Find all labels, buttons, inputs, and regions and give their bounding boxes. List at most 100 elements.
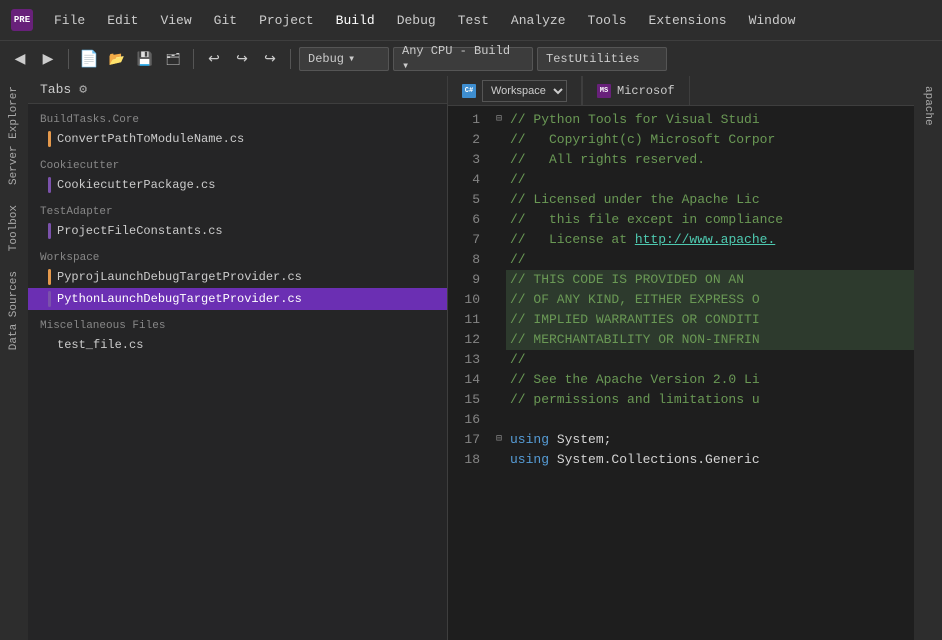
- menu-bar: PRE File Edit View Git Project Build Deb…: [0, 0, 942, 40]
- menu-edit[interactable]: Edit: [97, 9, 148, 32]
- list-item[interactable]: ConvertPathToModuleName.cs: [28, 128, 447, 150]
- save-button[interactable]: 💾: [133, 47, 157, 71]
- menu-project[interactable]: Project: [249, 9, 324, 32]
- startup-dropdown[interactable]: TestUtilities: [537, 47, 667, 71]
- file-label: PythonLaunchDebugTargetProvider.cs: [57, 292, 435, 306]
- section-testadapter: TestAdapter ProjectFileConstants.cs: [28, 202, 447, 242]
- file-label: CookiecutterPackage.cs: [57, 178, 435, 192]
- fold-btn: [492, 170, 506, 190]
- menu-view[interactable]: View: [150, 9, 201, 32]
- new-file-button[interactable]: 📄: [77, 47, 101, 71]
- apache-tab[interactable]: apache: [917, 76, 939, 136]
- fold-btn: [492, 270, 506, 290]
- redo2-button[interactable]: ↪: [258, 47, 282, 71]
- list-item-active[interactable]: PythonLaunchDebugTargetProvider.cs: [28, 288, 447, 310]
- section-header-workspace: Workspace: [28, 248, 447, 266]
- platform-dropdown[interactable]: Any CPU - Build ▾: [393, 47, 533, 71]
- fold-btn: [492, 150, 506, 170]
- fold-btn[interactable]: ⊟: [492, 110, 506, 130]
- main-layout: Server Explorer Toolbox Data Sources Tab…: [0, 76, 942, 640]
- line-num: 7: [456, 230, 480, 250]
- code-line: // permissions and limitations u: [506, 390, 914, 410]
- save-all-button[interactable]: 🗂: [161, 47, 185, 71]
- menu-window[interactable]: Window: [739, 9, 806, 32]
- section-header-cookiecutter: Cookiecutter: [28, 156, 447, 174]
- code-content[interactable]: // Python Tools for Visual Studi // Copy…: [506, 106, 914, 640]
- code-line: using System.Collections.Generic: [506, 450, 914, 470]
- line-num: 1: [456, 110, 480, 130]
- menu-debug[interactable]: Debug: [387, 9, 446, 32]
- line-num: 14: [456, 370, 480, 390]
- line-num: 10: [456, 290, 480, 310]
- section-buildtasks: BuildTasks.Core ConvertPathToModuleName.…: [28, 110, 447, 150]
- file-label: ConvertPathToModuleName.cs: [57, 132, 435, 146]
- section-header-testadapter: TestAdapter: [28, 202, 447, 220]
- fold-btn: [492, 290, 506, 310]
- section-misc: Miscellaneous Files test_file.cs: [28, 316, 447, 356]
- fold-btn: [492, 310, 506, 330]
- back-button[interactable]: ◀: [8, 47, 32, 71]
- code-line: [506, 410, 914, 430]
- fold-btn: [492, 130, 506, 150]
- fold-gutter: ⊟ ⊟: [492, 106, 506, 640]
- line-num: 9: [456, 270, 480, 290]
- list-item[interactable]: PyprojLaunchDebugTargetProvider.cs: [28, 266, 447, 288]
- apache-link[interactable]: http://www.apache.: [635, 232, 775, 247]
- code-line: // All rights reserved.: [506, 150, 914, 170]
- tabs-title: Tabs: [40, 82, 71, 97]
- fold-btn: [492, 450, 506, 470]
- line-num: 3: [456, 150, 480, 170]
- fold-btn: [492, 230, 506, 250]
- fold-btn: [492, 370, 506, 390]
- file-label: ProjectFileConstants.cs: [57, 224, 435, 238]
- menu-build[interactable]: Build: [326, 9, 385, 32]
- redo-button[interactable]: ↪: [230, 47, 254, 71]
- line-num: 15: [456, 390, 480, 410]
- tabs-header: Tabs ⚙: [28, 76, 447, 104]
- sidebar-item-toolbox[interactable]: Toolbox: [3, 195, 25, 261]
- code-line: // this file except in compliance: [506, 210, 914, 230]
- open-button[interactable]: 📂: [105, 47, 129, 71]
- file-bar-icon: [48, 177, 51, 193]
- sidebar-item-data-sources[interactable]: Data Sources: [3, 261, 25, 360]
- editor-tab-workspace[interactable]: C# Workspace: [448, 76, 582, 105]
- undo-button[interactable]: ↩: [202, 47, 226, 71]
- sep3: [290, 49, 291, 69]
- fold-btn: [492, 250, 506, 270]
- fold-btn: [492, 390, 506, 410]
- menu-extensions[interactable]: Extensions: [639, 9, 737, 32]
- config-dropdown[interactable]: Debug ▾: [299, 47, 389, 71]
- menu-analyze[interactable]: Analyze: [501, 9, 576, 32]
- app-icon: PRE: [8, 6, 36, 34]
- line-num: 8: [456, 250, 480, 270]
- line-num: 18: [456, 450, 480, 470]
- section-header-misc: Miscellaneous Files: [28, 316, 447, 334]
- fold-btn[interactable]: ⊟: [492, 430, 506, 450]
- right-panel: apache: [914, 76, 942, 640]
- menu-git[interactable]: Git: [204, 9, 247, 32]
- forward-button[interactable]: ▶: [36, 47, 60, 71]
- menu-tools[interactable]: Tools: [578, 9, 637, 32]
- microsoft-icon: MS: [597, 84, 611, 98]
- file-bar-icon: [48, 131, 51, 147]
- line-num: 5: [456, 190, 480, 210]
- code-line: using System;: [506, 430, 914, 450]
- workspace-dropdown[interactable]: Workspace: [482, 80, 567, 102]
- file-label: PyprojLaunchDebugTargetProvider.cs: [57, 270, 435, 284]
- csharp-icon: C#: [462, 84, 476, 98]
- file-bar-icon: [48, 269, 51, 285]
- gear-icon[interactable]: ⚙: [79, 82, 87, 97]
- code-line: //: [506, 250, 914, 270]
- line-num: 6: [456, 210, 480, 230]
- menu-file[interactable]: File: [44, 9, 95, 32]
- line-num: 17: [456, 430, 480, 450]
- line-num: 11: [456, 310, 480, 330]
- sidebar-item-server-explorer[interactable]: Server Explorer: [3, 76, 25, 195]
- code-line: // OF ANY KIND, EITHER EXPRESS O: [506, 290, 914, 310]
- menu-test[interactable]: Test: [448, 9, 499, 32]
- editor-tab-bar: C# Workspace MS Microsof: [448, 76, 914, 106]
- editor-tab-microsoft[interactable]: MS Microsof: [582, 76, 690, 105]
- list-item[interactable]: CookiecutterPackage.cs: [28, 174, 447, 196]
- list-item[interactable]: ProjectFileConstants.cs: [28, 220, 447, 242]
- list-item[interactable]: test_file.cs: [28, 334, 447, 356]
